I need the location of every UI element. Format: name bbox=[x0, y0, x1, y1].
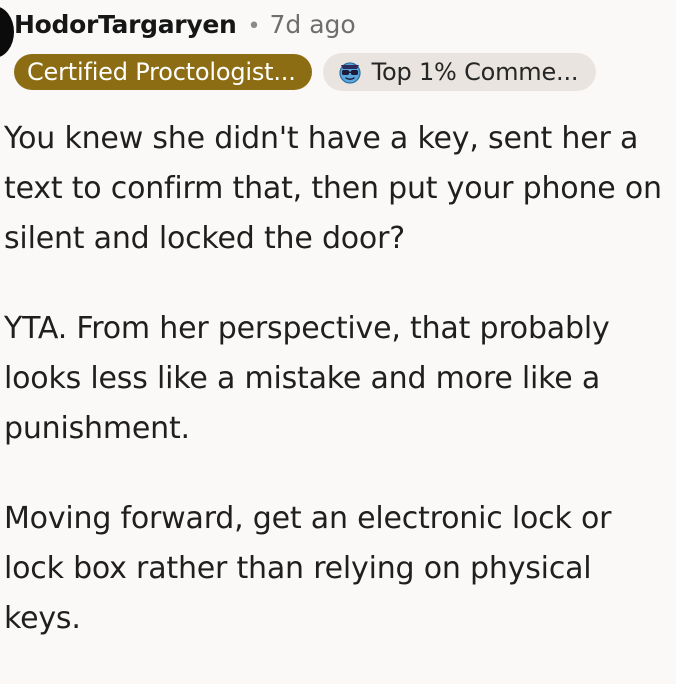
achievement-badge[interactable]: Top 1% Comme... bbox=[322, 53, 597, 91]
comment-paragraph: Moving forward, get an electronic lock o… bbox=[4, 501, 612, 636]
separator-dot: • bbox=[247, 14, 261, 39]
username-link[interactable]: HodorTargaryen bbox=[14, 10, 237, 39]
comment-body: You knew she didn't have a key, sent her… bbox=[4, 114, 670, 684]
comment-header: HodorTargaryen • 7d ago bbox=[14, 10, 356, 39]
avatar[interactable] bbox=[0, 6, 14, 58]
achievement-label: Top 1% Comme... bbox=[371, 58, 579, 86]
user-flair[interactable]: Certified Proctologist... bbox=[14, 54, 312, 90]
comment-paragraph: YTA. From her perspective, that probably… bbox=[4, 311, 610, 446]
comment-paragraph: You knew she didn't have a key, sent her… bbox=[4, 121, 662, 256]
sunglasses-face-icon bbox=[339, 62, 361, 84]
flair-row: Certified Proctologist... Top 1% Comme..… bbox=[14, 53, 597, 91]
timestamp[interactable]: 7d ago bbox=[269, 10, 355, 39]
